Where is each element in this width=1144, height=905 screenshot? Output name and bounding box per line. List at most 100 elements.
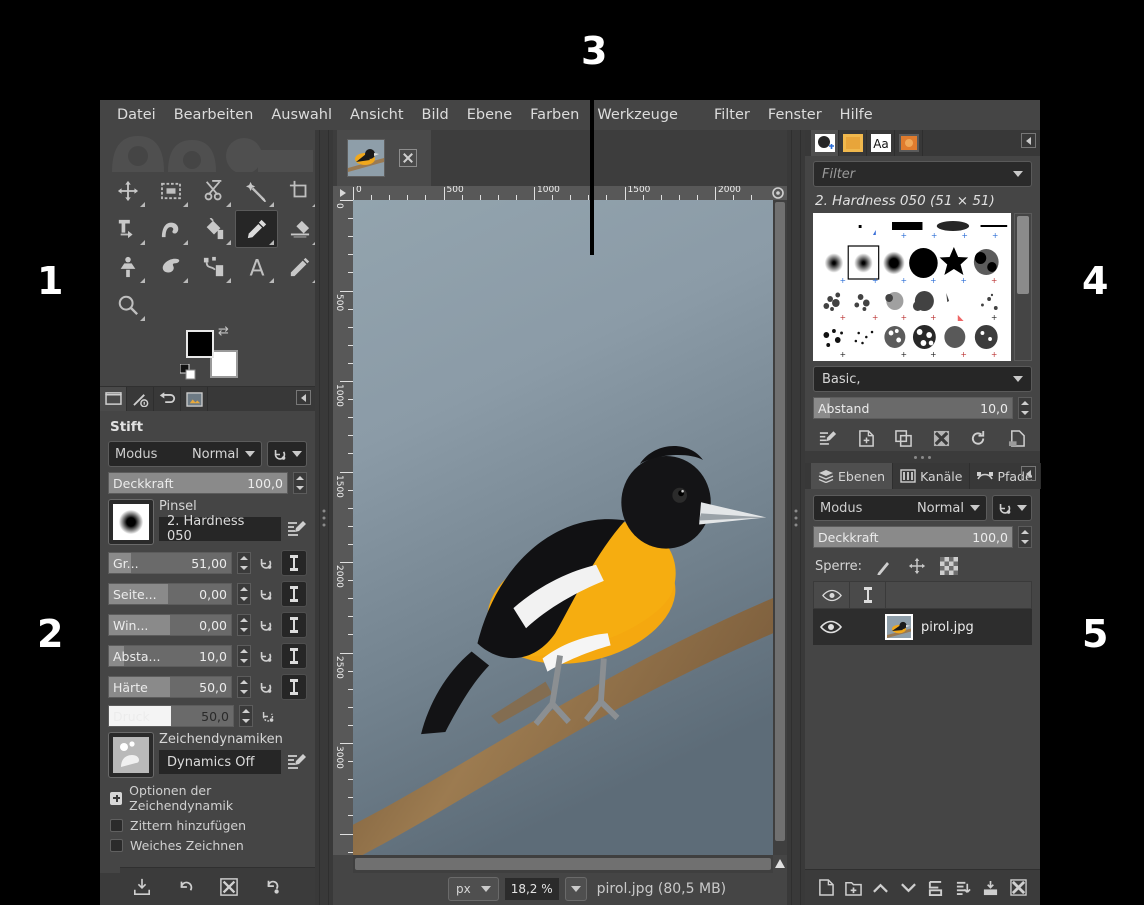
layers-dock-menu[interactable] <box>1021 466 1036 481</box>
aspect-dynamics-pin[interactable] <box>281 581 307 607</box>
foreground-color-swatch[interactable] <box>186 330 214 358</box>
dock-drag-handle[interactable] <box>805 451 1040 463</box>
menu-farben[interactable]: Farben <box>521 103 588 127</box>
images-tab[interactable] <box>181 387 208 411</box>
menu-datei[interactable]: Datei <box>108 103 165 127</box>
horizontal-ruler[interactable]: 0 500 1000 1500 2000 <box>353 186 769 200</box>
delete-layer-icon[interactable] <box>1010 879 1027 896</box>
aspect-slider[interactable]: Seite... 0,00 <box>108 583 232 605</box>
paths-tool[interactable] <box>192 248 235 286</box>
brush-grid-scrollbar[interactable] <box>1014 213 1032 361</box>
hardness-stepper[interactable] <box>237 676 251 698</box>
brush-name-field[interactable]: 2. Hardness 050 <box>159 514 281 544</box>
ruler-corner-menu[interactable] <box>333 186 353 200</box>
pressure-slider[interactable]: Druck 50,0 <box>108 705 234 727</box>
paintbrush-tool[interactable] <box>235 210 278 248</box>
menu-filter[interactable]: Filter <box>705 103 759 127</box>
jitter-checkbox[interactable]: Zittern hinzufügen <box>110 818 307 833</box>
navigation-preview-button[interactable] <box>773 855 787 873</box>
paint-mode-select[interactable]: Modus Normal <box>108 441 262 467</box>
clone-tool[interactable] <box>106 248 149 286</box>
layer-visibility-toggle[interactable] <box>813 620 849 634</box>
default-colors-icon[interactable] <box>180 364 196 380</box>
unit-select[interactable]: px <box>448 877 499 901</box>
pressure-stepper[interactable] <box>239 705 253 727</box>
angle-reset-icon[interactable] <box>256 618 276 633</box>
spacing-dynamics-pin[interactable] <box>281 643 307 669</box>
hardness-reset-icon[interactable] <box>256 680 276 695</box>
aspect-stepper[interactable] <box>237 583 251 605</box>
right-dock-separator[interactable] <box>787 130 805 905</box>
menu-hilfe[interactable]: Hilfe <box>831 103 882 127</box>
lower-layer-icon[interactable] <box>900 881 917 895</box>
rectangle-select-tool[interactable] <box>149 172 192 210</box>
size-dynamics-pin[interactable] <box>281 550 307 576</box>
background-color-swatch[interactable] <box>210 350 238 378</box>
patterns-tab[interactable] <box>839 130 867 156</box>
menu-bild[interactable]: Bild <box>413 103 458 127</box>
edit-brush-icon[interactable] <box>287 520 307 538</box>
menu-werkzeuge[interactable]: Werkzeuge <box>588 103 687 127</box>
smudge-tool[interactable] <box>149 248 192 286</box>
image-canvas[interactable] <box>353 200 773 855</box>
quickmask-toggle[interactable] <box>100 855 120 873</box>
angle-slider[interactable]: Win... 0,00 <box>108 614 232 636</box>
spacing-slider[interactable]: Absta... 10,0 <box>108 645 232 667</box>
tab-ebenen[interactable]: Ebenen <box>811 463 894 489</box>
brush-grid[interactable]: + + + + + + + + + + + + + + ◣ + + + + + … <box>813 213 1011 361</box>
duplicate-layer-icon[interactable] <box>927 880 944 896</box>
tool-options-tab[interactable] <box>100 387 127 411</box>
menu-auswahl[interactable]: Auswahl <box>262 103 341 127</box>
refresh-brushes-icon[interactable] <box>970 430 987 447</box>
layer-row-pirol[interactable]: pirol.jpg <box>813 609 1032 645</box>
brush-spacing-stepper[interactable] <box>1018 397 1032 419</box>
brush-preview[interactable] <box>108 499 154 545</box>
menu-ebene[interactable]: Ebene <box>458 103 521 127</box>
menu-bearbeiten[interactable]: Bearbeiten <box>165 103 263 127</box>
menu-ansicht[interactable]: Ansicht <box>341 103 413 127</box>
spacing-reset-icon[interactable] <box>256 649 276 664</box>
bucket-fill-tool[interactable] <box>192 210 235 248</box>
hardness-dynamics-pin[interactable] <box>281 674 307 700</box>
canvas-viewport[interactable]: 0 500 1000 1500 2000 2500 3000 <box>333 200 773 855</box>
dynamics-preview[interactable] <box>108 732 154 778</box>
menu-fenster[interactable]: Fenster <box>759 103 831 127</box>
anchor-layer-icon[interactable] <box>955 880 972 896</box>
angle-dynamics-pin[interactable] <box>281 612 307 638</box>
lock-pixels-icon[interactable] <box>876 558 894 575</box>
transform-tool[interactable] <box>106 210 149 248</box>
opacity-slider[interactable]: Deckkraft 100,0 <box>108 472 288 494</box>
fuzzy-select-tool[interactable] <box>235 172 278 210</box>
pressure-reset-icon[interactable] <box>258 709 278 724</box>
move-tool[interactable] <box>106 172 149 210</box>
brush-filter-input[interactable]: Filter <box>813 161 1032 187</box>
size-slider[interactable]: Gr... 51,00 <box>108 552 232 574</box>
save-options-icon[interactable] <box>133 878 151 896</box>
device-status-tab[interactable] <box>127 387 154 411</box>
canvas-vertical-scrollbar[interactable] <box>773 200 787 855</box>
new-layer-icon[interactable] <box>818 879 835 896</box>
merge-down-icon[interactable] <box>982 880 999 896</box>
dynamics-value-field[interactable]: Dynamics Off <box>159 750 281 774</box>
open-brush-icon[interactable] <box>1008 430 1026 447</box>
aspect-reset-icon[interactable] <box>256 587 276 602</box>
tab-kanaele[interactable]: Kanäle <box>893 463 971 489</box>
restore-options-icon[interactable] <box>177 878 195 896</box>
new-brush-icon[interactable] <box>858 430 875 447</box>
edit-dynamics-icon[interactable] <box>287 753 307 771</box>
brush-spacing-slider[interactable]: Abstand 10,0 <box>813 397 1013 419</box>
reset-options-icon[interactable] <box>264 878 282 896</box>
fonts-tab[interactable]: Aa <box>867 130 895 156</box>
swap-colors-icon[interactable]: ⇄ <box>218 324 229 339</box>
opacity-stepper[interactable] <box>293 472 307 494</box>
canvas-horizontal-scrollbar[interactable] <box>353 855 773 873</box>
gradients-tab[interactable] <box>895 130 923 156</box>
smooth-checkbox[interactable]: Weiches Zeichnen <box>110 838 307 853</box>
text-tool[interactable]: A <box>235 248 278 286</box>
dock-menu-button[interactable] <box>296 390 311 405</box>
size-reset-icon[interactable] <box>256 556 276 571</box>
left-dock-separator[interactable] <box>315 130 333 905</box>
dynamics-options-expander[interactable]: Optionen der Zeichendynamik <box>110 783 307 813</box>
undo-history-tab[interactable] <box>154 387 181 411</box>
zoom-select-button[interactable] <box>564 877 587 901</box>
